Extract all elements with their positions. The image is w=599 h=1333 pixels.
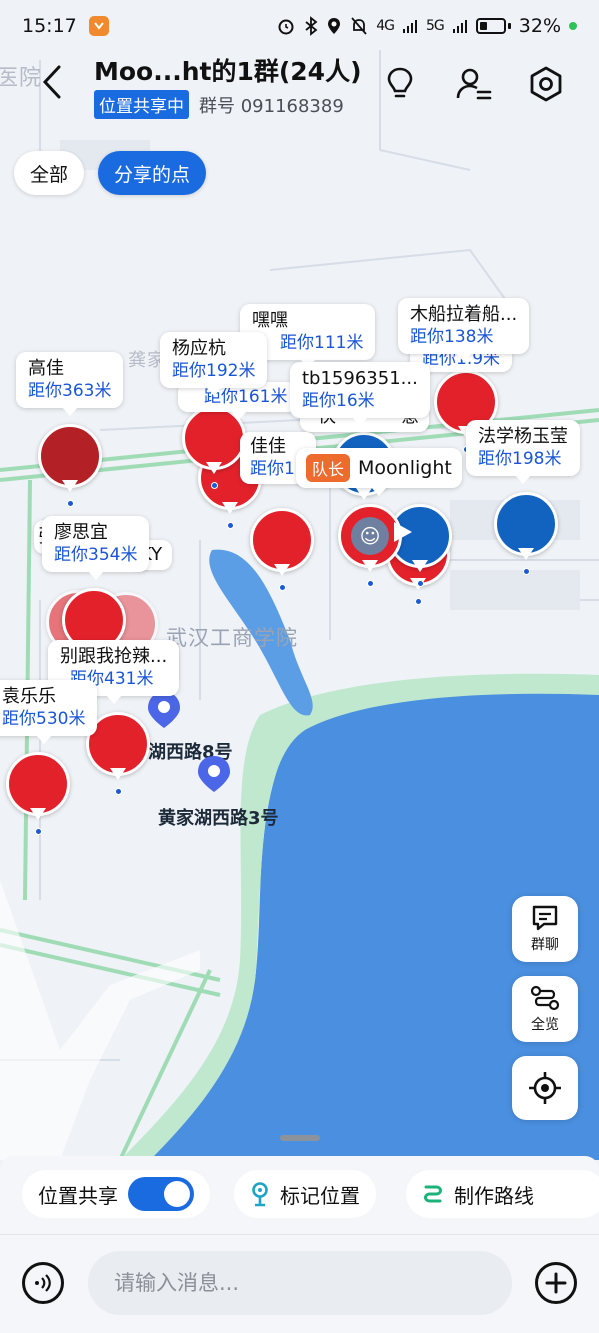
overview-label: 全览 — [531, 1017, 559, 1033]
message-input[interactable] — [88, 1251, 512, 1315]
app-notification-icon — [88, 16, 109, 36]
member-name: 高佳 — [28, 358, 64, 379]
locate-me-button[interactable] — [512, 1056, 578, 1120]
location-share-toggle-row[interactable]: 位置共享 — [22, 1170, 210, 1218]
route-icon — [424, 1185, 442, 1203]
signal-bars-icon — [452, 20, 467, 33]
route-overview-icon — [530, 985, 560, 1011]
direction-arrow-icon — [394, 522, 412, 542]
member-card[interactable]: 法学杨玉莹 距你198米 — [466, 420, 580, 484]
member-card[interactable]: tb1596351... 距你16米 — [290, 362, 430, 426]
member-distance: 距你192米 — [172, 361, 256, 381]
mute-icon — [351, 17, 367, 35]
settings-hexagon-icon — [530, 66, 562, 102]
voice-button[interactable] — [22, 1262, 64, 1304]
signal-bars-icon — [403, 20, 417, 33]
map-view[interactable]: 医院 龚家 武汉工商学院 湖西路8号 黄家湖西路3号 ☺ 快 意 佳佳 距你 — [0, 0, 599, 1160]
place-label-road-b: 黄家湖西路3号 — [158, 808, 279, 829]
settings-button[interactable] — [526, 64, 566, 104]
group-chat-button[interactable]: 群聊 — [512, 896, 578, 962]
location-share-toggle[interactable] — [128, 1177, 194, 1211]
member-distance: 距你111米 — [280, 333, 364, 353]
filter-chip-shared-points[interactable]: 分享的点 — [98, 151, 207, 195]
member-distance: 距你161米 — [204, 387, 288, 407]
status-time: 15:17 — [22, 15, 77, 37]
member-distance: 距你530米 — [2, 709, 86, 729]
avatar: ☺ — [351, 517, 389, 555]
group-chat-label: 群聊 — [531, 937, 559, 953]
add-button[interactable] — [535, 1262, 577, 1304]
member-distance: 距你354米 — [54, 545, 138, 565]
back-button[interactable] — [32, 60, 72, 104]
member-name: 杨应杭 — [172, 338, 226, 359]
bulb-button[interactable] — [380, 64, 420, 104]
location-icon — [328, 18, 341, 34]
overview-button[interactable]: 全览 — [512, 976, 578, 1042]
divider — [0, 1234, 599, 1235]
leader-marker[interactable]: ☺ — [338, 504, 402, 587]
plus-icon — [545, 1272, 567, 1294]
member-card[interactable]: 高佳 距你363米 — [16, 352, 124, 416]
member-distance: 距你363米 — [28, 381, 112, 401]
member-name: 法学杨玉莹 — [478, 426, 568, 447]
leader-name: Moonlight — [358, 457, 452, 479]
chat-icon — [532, 905, 558, 931]
member-distance: 距你16米 — [302, 391, 375, 411]
member-distance: 距你198米 — [478, 449, 562, 469]
location-share-label: 位置共享 — [38, 1183, 118, 1208]
member-marker[interactable] — [6, 752, 70, 835]
member-name: tb1596351... — [302, 368, 418, 389]
page-title: Moo...ht的1群(24人) — [94, 57, 362, 86]
group-number: 群号 091168389 — [199, 95, 344, 117]
mark-location-button[interactable]: 标记位置 — [234, 1170, 376, 1218]
sheet-drag-handle[interactable] — [280, 1135, 320, 1141]
mark-location-label: 标记位置 — [280, 1183, 360, 1208]
share-status-badge: 位置共享中 — [94, 90, 189, 119]
member-name: 嘿嘿 — [252, 310, 288, 331]
member-marker[interactable] — [250, 508, 314, 591]
header: Moo...ht的1群(24人) 位置共享中 群号 091168389 — [0, 52, 599, 122]
make-route-button[interactable]: 制作路线 — [406, 1170, 599, 1218]
map-pin-icon — [252, 1182, 268, 1207]
member-marker[interactable] — [38, 424, 102, 507]
battery-tip — [507, 23, 511, 29]
battery-level: 32% — [518, 15, 561, 37]
place-label-campus: 武汉工商学院 — [166, 626, 298, 650]
member-name: 袁乐乐 — [2, 686, 56, 707]
member-name: 木船拉着船... — [410, 304, 518, 325]
privacy-indicator — [569, 22, 577, 30]
leader-card[interactable]: 队长 Moonlight — [296, 448, 462, 496]
location-pin-icon[interactable] — [196, 754, 232, 794]
alarm-icon — [278, 19, 294, 35]
member-name: 别跟我抢辣... — [60, 646, 168, 667]
bluetooth-icon — [305, 16, 318, 36]
member-name: 廖思宜 — [54, 522, 108, 543]
member-card[interactable]: 袁乐乐 距你530米 — [0, 680, 98, 744]
member-marker[interactable] — [494, 492, 558, 575]
location-pin-icon[interactable] — [146, 690, 182, 730]
make-route-label: 制作路线 — [454, 1183, 534, 1208]
battery-icon — [475, 18, 506, 34]
member-card[interactable]: 木船拉着船... 距你138米 — [398, 298, 530, 362]
user-list-icon — [456, 68, 492, 100]
status-bar: 15:17 4G 5G 32% — [0, 0, 599, 52]
member-card[interactable]: 廖思宜 距你354米 — [42, 516, 150, 580]
crosshair-icon — [529, 1072, 561, 1104]
chevron-left-icon — [42, 65, 61, 99]
member-card[interactable]: 杨应杭 距你192米 — [160, 332, 268, 396]
signal-4g: 4G — [376, 18, 395, 34]
leader-badge: 队长 — [306, 454, 351, 482]
member-distance: 距你138米 — [410, 327, 494, 347]
signal-5g: 5G — [426, 18, 445, 34]
voice-wave-icon — [35, 1274, 51, 1292]
lightbulb-icon — [387, 67, 413, 98]
filter-chip-all[interactable]: 全部 — [14, 151, 85, 195]
members-button[interactable] — [454, 64, 494, 104]
